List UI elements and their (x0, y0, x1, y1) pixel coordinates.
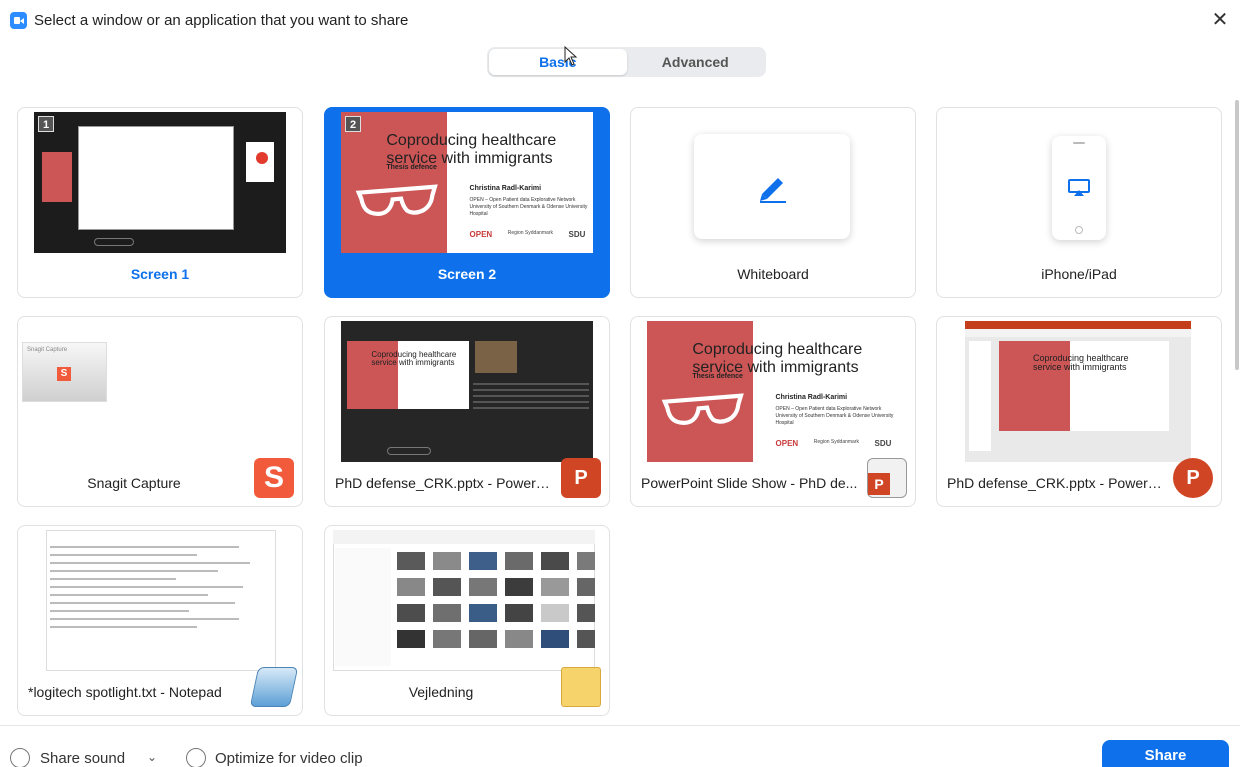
title-bar: Select a window or an application that y… (0, 0, 1240, 44)
share-tile-screen-1[interactable]: 1 Screen 1 (17, 107, 303, 298)
notepad-thumbnail (46, 530, 276, 671)
close-icon[interactable]: ✕ (1210, 10, 1230, 30)
tile-label: PhD defense_CRK.pptx - PowerPo... (335, 475, 557, 491)
tile-label: Screen 2 (437, 266, 497, 282)
pen-icon (760, 178, 786, 203)
share-tile-notepad[interactable]: *logitech spotlight.txt - Notepad (17, 525, 303, 716)
share-tile-powerpoint-slideshow[interactable]: Coproducing healthcare service with immig… (630, 316, 916, 507)
tile-label: Screen 1 (130, 266, 190, 282)
glasses-icon (661, 393, 744, 425)
optimize-video-label: Optimize for video clip (215, 750, 363, 767)
share-button[interactable]: Share (1102, 740, 1229, 767)
share-tile-whiteboard[interactable]: Whiteboard (630, 107, 916, 298)
powerpoint-editor-thumbnail: Coproducing healthcare service with immig… (965, 321, 1191, 462)
share-tile-snagit-capture[interactable]: Snagit Capture S Snagit Capture S (17, 316, 303, 507)
optimize-video-checkbox[interactable] (186, 748, 206, 767)
mouse-cursor-icon (564, 46, 578, 66)
share-tile-powerpoint-presenter[interactable]: Coproducing healthcare service with immig… (324, 316, 610, 507)
screen-1-thumbnail (34, 112, 286, 253)
tab-advanced[interactable]: Advanced (627, 49, 765, 75)
airplay-icon (1068, 179, 1090, 196)
dialog-title: Select a window or an application that y… (34, 12, 409, 29)
notepad-icon (249, 667, 299, 707)
share-tile-iphone-ipad[interactable]: iPhone/iPad (936, 107, 1222, 298)
tile-label: Vejledning (408, 684, 474, 700)
share-tile-powerpoint-editor[interactable]: Coproducing healthcare service with immig… (936, 316, 1222, 507)
whiteboard-thumbnail (694, 134, 850, 239)
powerpoint-icon: P (1173, 458, 1213, 498)
screen-2-thumbnail: Coproducing healthcare service with immig… (341, 112, 593, 253)
tile-label: Snagit Capture (87, 475, 181, 491)
share-tile-vejledning[interactable]: Vejledning (324, 525, 610, 716)
slideshow-thumbnail: Coproducing healthcare service with immig… (647, 321, 899, 462)
tab-basic[interactable]: Basic (489, 49, 627, 75)
powerpoint-icon: P (561, 458, 601, 498)
explorer-thumbnail (333, 530, 595, 671)
screen-number-badge: 2 (345, 116, 361, 132)
zoom-app-icon (10, 12, 27, 29)
glasses-icon (355, 184, 438, 216)
tile-label: iPhone/iPad (1041, 266, 1117, 282)
folder-icon (561, 667, 601, 707)
tile-label: Whiteboard (737, 266, 809, 282)
powerpoint-show-icon (867, 458, 907, 498)
chevron-down-icon[interactable]: ⌄ (147, 750, 157, 764)
bottom-bar: Share sound ⌄ Optimize for video clip Sh… (0, 725, 1240, 767)
snagit-icon: S (254, 458, 294, 498)
iphone-thumbnail (1052, 136, 1106, 240)
share-sound-label: Share sound (40, 750, 126, 767)
tile-label: *logitech spotlight.txt - Notepad (28, 684, 222, 700)
screen-number-badge: 1 (38, 116, 54, 132)
powerpoint-presenter-thumbnail: Coproducing healthcare service with immig… (341, 321, 593, 462)
share-sound-checkbox[interactable] (10, 748, 30, 767)
scrollbar[interactable] (1235, 100, 1239, 370)
share-mode-tabs: Basic Advanced (487, 47, 766, 77)
tile-label: PowerPoint Slide Show - PhD de... (641, 475, 858, 491)
tile-label: PhD defense_CRK.pptx - PowerPo... (947, 475, 1169, 491)
share-tile-screen-2[interactable]: Coproducing healthcare service with immig… (324, 107, 610, 298)
snagit-thumbnail: Snagit Capture S (22, 342, 107, 402)
